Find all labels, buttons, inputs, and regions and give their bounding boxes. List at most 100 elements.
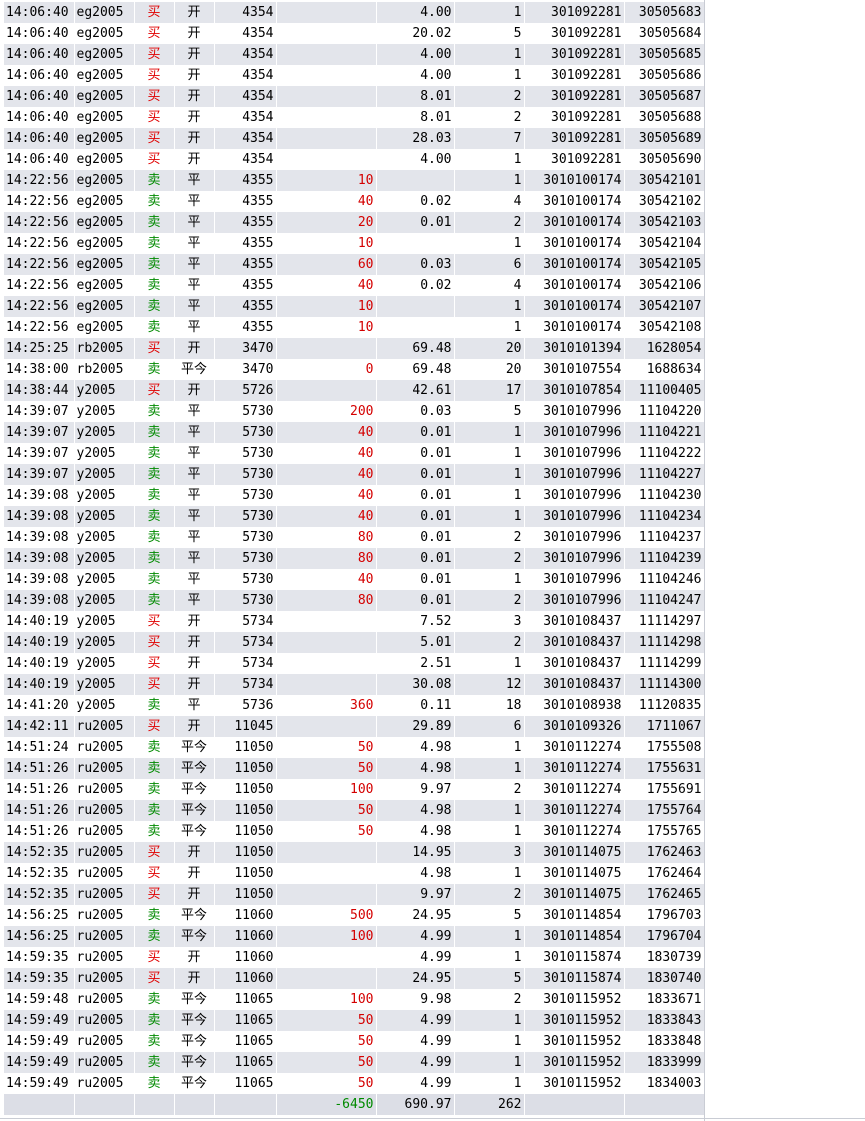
direction-cell: 卖 [134, 275, 175, 296]
table-row[interactable]: 14:25:25 rb2005 买开 3470 69.48 20 3010101394 162… [4, 338, 705, 359]
time-cell: 14:39:07 [4, 401, 75, 422]
time-cell: 14:22:56 [4, 254, 75, 275]
table-row[interactable]: 14:52:35 ru2005 买开 11050 4.98 1 3010114075 1762… [4, 863, 705, 884]
table-row[interactable]: 14:39:08 y2005 卖平 5730 80 0.01 2 3010107996 1110… [4, 527, 705, 548]
price-cell: 5730 [214, 443, 277, 464]
table-row[interactable]: 14:51:26 ru2005 卖平今 11050 50 4.98 1 3010112274 1… [4, 821, 705, 842]
table-row[interactable]: 14:06:40 eg2005 买开 4354 4.00 1 301092281 305056… [4, 2, 705, 23]
table-row[interactable]: 14:39:07 y2005 卖平 5730 200 0.03 5 3010107996 111… [4, 401, 705, 422]
pnl-cell: 0 [276, 359, 377, 380]
table-row[interactable]: 14:39:07 y2005 卖平 5730 40 0.01 1 3010107996 1110… [4, 443, 705, 464]
table-row[interactable]: 14:40:19 y2005 买开 5734 30.08 12 3010108437 1111… [4, 674, 705, 695]
table-row[interactable]: 14:59:35 ru2005 买开 11060 4.99 1 3010115874 1830… [4, 947, 705, 968]
table-row[interactable]: 14:38:00 rb2005 卖平今 3470 0 69.48 20 3010107554 1… [4, 359, 705, 380]
table-row[interactable]: 14:51:24 ru2005 卖平今 11050 50 4.98 1 3010112274 1… [4, 737, 705, 758]
open-close-cell: 平 [174, 590, 215, 611]
open-close-cell: 平 [174, 212, 215, 233]
table-row[interactable]: 14:39:08 y2005 卖平 5730 80 0.01 2 3010107996 1110… [4, 590, 705, 611]
table-row[interactable]: 14:59:35 ru2005 买开 11060 24.95 5 3010115874 183… [4, 968, 705, 989]
table-row[interactable]: 14:59:49 ru2005 卖平今 11065 50 4.99 1 3010115952 1… [4, 1010, 705, 1031]
contract-cell: eg2005 [74, 296, 135, 317]
direction-cell: 买 [134, 968, 175, 989]
time-cell: 14:39:08 [4, 590, 75, 611]
open-close-cell: 平 [174, 506, 215, 527]
table-row[interactable]: 14:06:40 eg2005 买开 4354 28.03 7 301092281 30505… [4, 128, 705, 149]
table-row[interactable]: 14:52:35 ru2005 买开 11050 9.97 2 3010114075 1762… [4, 884, 705, 905]
pnl-cell [276, 338, 377, 359]
price-cell: 5730 [214, 485, 277, 506]
table-row[interactable]: 14:40:19 y2005 买开 5734 7.52 3 3010108437 111142… [4, 611, 705, 632]
table-row[interactable]: 14:22:56 eg2005 卖平 4355 10 1 3010100174 3054210… [4, 233, 705, 254]
table-row[interactable]: 14:06:40 eg2005 买开 4354 8.01 2 301092281 305056… [4, 107, 705, 128]
open-close-cell: 平 [174, 401, 215, 422]
contract-cell: y2005 [74, 464, 135, 485]
table-row[interactable]: 14:59:49 ru2005 卖平今 11065 50 4.99 1 3010115952 1… [4, 1031, 705, 1052]
table-row[interactable]: 14:39:08 y2005 卖平 5730 80 0.01 2 3010107996 1110… [4, 548, 705, 569]
table-row[interactable]: 14:42:11 ru2005 买开 11045 29.89 6 3010109326 171… [4, 716, 705, 737]
pnl-cell: 20 [276, 212, 377, 233]
contract-cell: ru2005 [74, 968, 135, 989]
volume-cell: 1 [454, 947, 525, 968]
direction-cell: 卖 [134, 254, 175, 275]
table-row[interactable]: 14:22:56 eg2005 卖平 4355 20 0.01 2 3010100174 305… [4, 212, 705, 233]
table-row[interactable]: 14:41:20 y2005 卖平 5736 360 0.11 18 3010108938 11… [4, 695, 705, 716]
table-row[interactable]: 14:22:56 eg2005 卖平 4355 40 0.02 4 3010100174 305… [4, 275, 705, 296]
table-row[interactable]: 14:59:49 ru2005 卖平今 11065 50 4.99 1 3010115952 1… [4, 1052, 705, 1073]
direction-cell: 卖 [134, 548, 175, 569]
time-cell: 14:22:56 [4, 212, 75, 233]
pnl-cell [276, 380, 377, 401]
total-empty-cell [524, 1094, 625, 1115]
table-row[interactable]: 14:39:07 y2005 卖平 5730 40 0.01 1 3010107996 1110… [4, 422, 705, 443]
table-row[interactable]: 14:56:25 ru2005 卖平今 11060 100 4.99 1 3010114854… [4, 926, 705, 947]
table-row[interactable]: 14:22:56 eg2005 卖平 4355 10 1 3010100174 3054210… [4, 296, 705, 317]
price-cell: 11065 [214, 989, 277, 1010]
trade-id-cell: 1833843 [624, 1010, 705, 1031]
table-row[interactable]: 14:06:40 eg2005 买开 4354 4.00 1 301092281 305056… [4, 44, 705, 65]
trade-id-cell: 30542104 [624, 233, 705, 254]
order-id-cell: 3010115874 [524, 947, 625, 968]
table-row[interactable]: 14:39:07 y2005 卖平 5730 40 0.01 1 3010107996 1110… [4, 464, 705, 485]
pnl-cell: 50 [276, 737, 377, 758]
table-row[interactable]: 14:40:19 y2005 买开 5734 2.51 1 3010108437 111142… [4, 653, 705, 674]
total-empty-cell [74, 1094, 135, 1115]
fee-cell: 8.01 [376, 86, 455, 107]
order-id-cell: 3010107996 [524, 506, 625, 527]
table-row[interactable]: 14:59:49 ru2005 卖平今 11065 50 4.99 1 3010115952 1… [4, 1073, 705, 1094]
table-row[interactable]: 14:22:56 eg2005 卖平 4355 60 0.03 6 3010100174 305… [4, 254, 705, 275]
table-row[interactable]: 14:59:48 ru2005 卖平今 11065 100 9.98 2 3010115952… [4, 989, 705, 1010]
contract-cell: y2005 [74, 422, 135, 443]
table-row[interactable]: 14:56:25 ru2005 卖平今 11060 500 24.95 5 301011485… [4, 905, 705, 926]
table-row[interactable]: 14:06:40 eg2005 买开 4354 4.00 1 301092281 305056… [4, 149, 705, 170]
table-row[interactable]: 14:38:44 y2005 买开 5726 42.61 17 3010107854 1110… [4, 380, 705, 401]
trade-id-cell: 11104239 [624, 548, 705, 569]
contract-cell: y2005 [74, 632, 135, 653]
order-id-cell: 3010115952 [524, 989, 625, 1010]
direction-cell: 卖 [134, 212, 175, 233]
table-row[interactable]: 14:39:08 y2005 卖平 5730 40 0.01 1 3010107996 1110… [4, 485, 705, 506]
direction-cell: 卖 [134, 905, 175, 926]
open-close-cell: 平今 [174, 1031, 215, 1052]
contract-cell: ru2005 [74, 926, 135, 947]
table-row[interactable]: 14:22:56 eg2005 卖平 4355 40 0.02 4 3010100174 305… [4, 191, 705, 212]
volume-cell: 1 [454, 653, 525, 674]
table-row[interactable]: 14:06:40 eg2005 买开 4354 20.02 5 301092281 30505… [4, 23, 705, 44]
table-row[interactable]: 14:39:08 y2005 卖平 5730 40 0.01 1 3010107996 1110… [4, 506, 705, 527]
contract-cell: ru2005 [74, 1031, 135, 1052]
order-id-cell: 3010107996 [524, 527, 625, 548]
bottom-border [0, 1118, 865, 1119]
table-row[interactable]: 14:22:56 eg2005 卖平 4355 10 1 3010100174 3054210… [4, 317, 705, 338]
pnl-cell: 80 [276, 590, 377, 611]
table-row[interactable]: 14:40:19 y2005 买开 5734 5.01 2 3010108437 111142… [4, 632, 705, 653]
table-row[interactable]: 14:51:26 ru2005 卖平今 11050 50 4.98 1 3010112274 1… [4, 800, 705, 821]
table-row[interactable]: 14:06:40 eg2005 买开 4354 4.00 1 301092281 305056… [4, 65, 705, 86]
table-row[interactable]: 14:39:08 y2005 卖平 5730 40 0.01 1 3010107996 1110… [4, 569, 705, 590]
table-row[interactable]: 14:06:40 eg2005 买开 4354 8.01 2 301092281 305056… [4, 86, 705, 107]
open-close-cell: 平今 [174, 1052, 215, 1073]
table-row[interactable]: 14:22:56 eg2005 卖平 4355 10 1 3010100174 3054210… [4, 170, 705, 191]
order-id-cell: 3010114075 [524, 842, 625, 863]
table-row[interactable]: 14:51:26 ru2005 卖平今 11050 50 4.98 1 3010112274 1… [4, 758, 705, 779]
volume-cell: 2 [454, 548, 525, 569]
table-row[interactable]: 14:51:26 ru2005 卖平今 11050 100 9.97 2 3010112274… [4, 779, 705, 800]
table-row[interactable]: 14:52:35 ru2005 买开 11050 14.95 3 3010114075 176… [4, 842, 705, 863]
open-close-cell: 开 [174, 884, 215, 905]
